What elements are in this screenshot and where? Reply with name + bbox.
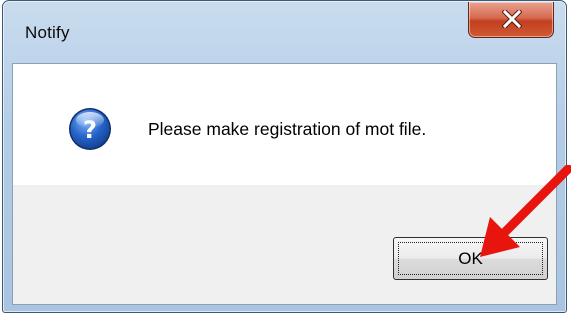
dialog-title: Notify bbox=[25, 23, 70, 42]
question-icon: ? bbox=[69, 108, 111, 150]
dialog-window: Notify ? Please make registration of mot… bbox=[2, 0, 567, 313]
svg-text:?: ? bbox=[83, 116, 97, 144]
close-button[interactable] bbox=[468, 2, 554, 38]
close-icon bbox=[502, 10, 522, 28]
title-bar[interactable]: Notify bbox=[3, 1, 566, 63]
red-arrow-annotation bbox=[480, 165, 571, 257]
message-text: Please make registration of mot file. bbox=[148, 119, 427, 139]
